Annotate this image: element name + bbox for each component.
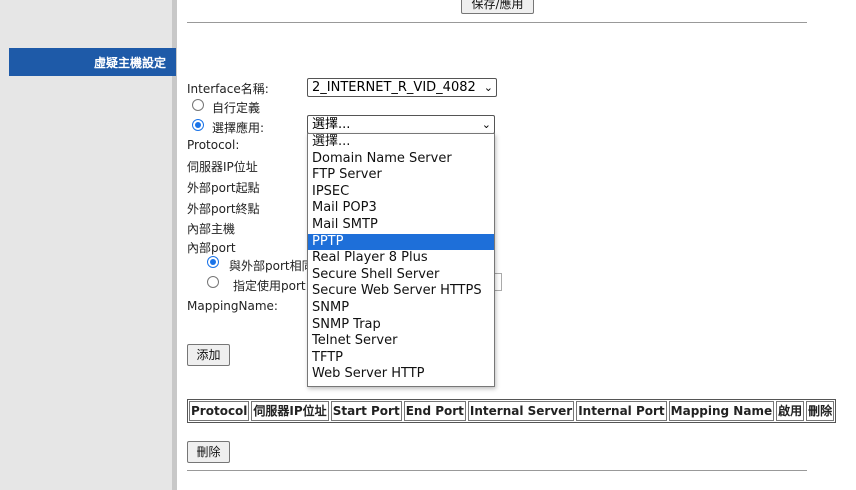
specify-port-radio[interactable] [207,276,219,288]
dropdown-option[interactable]: SNMP Trap [308,317,494,334]
dropdown-option[interactable]: Real Player 8 Plus [308,250,494,267]
dropdown-option[interactable]: Secure Web Server HTTPS [308,283,494,300]
chevron-down-icon: ⌄ [481,118,491,131]
table-header: Protocol [189,401,250,421]
add-button[interactable]: 添加 [187,344,230,366]
sidebar-item-virtual-host[interactable]: 虛疑主機設定 [9,48,176,76]
select-app-label: 選擇應用: [212,121,265,135]
chevron-down-icon: ⌄ [483,81,493,94]
top-divider [187,22,807,23]
internal-host-label: 內部主機 [187,222,236,236]
dropdown-option[interactable]: Web Server HTTP [308,366,494,383]
protocol-label: Protocol: [187,138,240,152]
mapping-name-label: MappingName: [187,299,278,313]
table-header: Mapping Name [668,401,775,421]
dropdown-option[interactable]: PPTP [308,233,494,251]
ext-port-end-label: 外部port終點 [187,202,260,216]
custom-label: 自行定義 [212,101,261,115]
dropdown-option[interactable]: Telnet Server [308,333,494,350]
custom-radio[interactable] [192,99,204,111]
table-header: 啟用 [776,401,805,421]
dropdown-option[interactable]: IPSEC [308,184,494,201]
table-header: Internal Server [467,401,575,421]
bottom-divider [187,470,807,471]
dropdown-option[interactable]: Secure Shell Server [308,267,494,284]
same-port-label: 與外部port相同 [229,259,314,273]
app-select-value: 選擇... [312,117,351,132]
table-header: End Port [403,401,466,421]
server-ip-label: 伺服器IP位址 [187,160,258,174]
internal-port-label: 內部port [187,241,236,255]
mapping-table: Protocol 伺服器IP位址 Start Port End Port Int… [187,399,837,423]
dropdown-option[interactable]: Domain Name Server [308,151,494,168]
sidebar-item-label: 虛疑主機設定 [93,56,166,70]
table-header: 刪除 [806,401,835,421]
dropdown-option[interactable]: SNMP [308,300,494,317]
interface-select[interactable]: 2_INTERNET_R_VID_4082 ⌄ [307,78,497,97]
dropdown-option[interactable]: 選擇... [308,134,494,151]
dropdown-option[interactable]: TFTP [308,350,494,367]
app-select[interactable]: 選擇... ⌄ [307,115,495,134]
dropdown-option[interactable]: Mail SMTP [308,217,494,234]
app-dropdown-list[interactable]: 選擇... Domain Name Server FTP Server IPSE… [307,133,495,387]
interface-select-value: 2_INTERNET_R_VID_4082 [312,80,476,95]
table-header: 伺服器IP位址 [251,401,329,421]
save-apply-button[interactable]: 保存/應用 [461,0,534,14]
delete-button[interactable]: 刪除 [187,441,230,463]
select-app-radio[interactable] [192,119,204,131]
specify-port-label: 指定使用port [233,279,306,293]
ext-port-start-label: 外部port起點 [187,181,260,195]
dropdown-option[interactable]: Mail POP3 [308,200,494,217]
dropdown-option[interactable]: FTP Server [308,167,494,184]
interface-label: Interface名稱: [187,82,269,96]
same-port-radio[interactable] [207,256,219,268]
table-header: Internal Port [576,401,667,421]
table-header: Start Port [330,401,402,421]
